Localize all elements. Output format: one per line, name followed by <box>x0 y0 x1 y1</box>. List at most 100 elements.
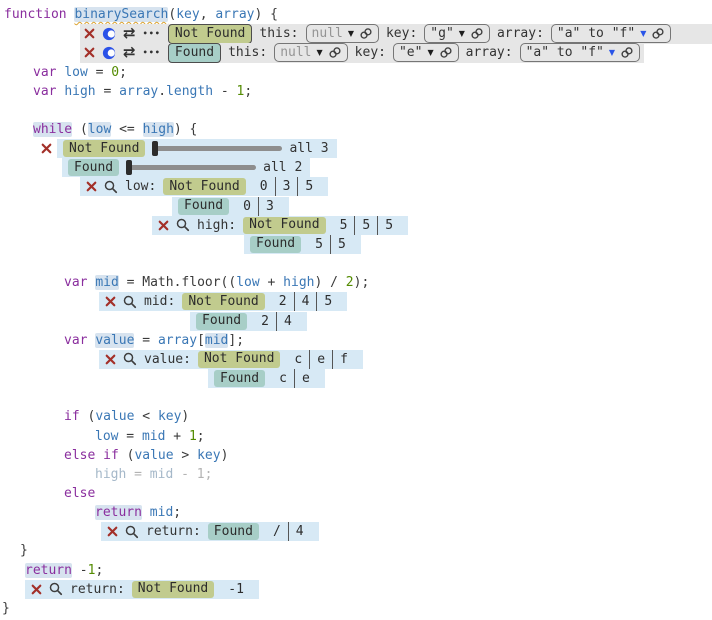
code-token: ) { <box>174 122 197 137</box>
magnifier-icon[interactable] <box>123 295 137 309</box>
link-icon[interactable] <box>439 46 453 59</box>
code-line: high = mid - 1; <box>0 465 712 484</box>
magnifier-icon[interactable] <box>104 180 118 194</box>
value-dropdown[interactable]: "e"▼ <box>393 43 459 62</box>
probe-log-row: Found24 <box>0 312 712 331</box>
iteration-slider[interactable] <box>126 160 256 175</box>
code-token: - <box>173 467 196 482</box>
chevron-down-icon[interactable]: ▼ <box>317 49 323 57</box>
value-dropdown[interactable]: null▼ <box>306 24 379 43</box>
close-icon[interactable] <box>84 47 95 58</box>
close-icon[interactable] <box>107 526 118 537</box>
status-badge: Not Found <box>132 581 214 598</box>
swap-arrows-icon[interactable]: ⇄ <box>123 45 136 60</box>
status-badge: Found <box>214 370 265 387</box>
probe-label: mid: <box>144 294 175 309</box>
close-icon[interactable] <box>84 28 95 39</box>
link-icon[interactable] <box>470 27 484 40</box>
value-list: 245 <box>272 292 339 311</box>
code-token: <= <box>111 122 142 137</box>
probe-log-row: return:Not Found-1 <box>0 580 712 599</box>
field-label: array: <box>466 45 513 60</box>
magnifier-icon[interactable] <box>176 218 190 232</box>
code-token <box>72 563 80 578</box>
slider-track[interactable] <box>128 165 256 170</box>
chevron-down-icon[interactable]: ▼ <box>348 30 354 38</box>
code-token: mid <box>205 333 228 348</box>
chevron-down-icon[interactable]: ▼ <box>640 30 646 38</box>
more-options-icon[interactable]: ••• <box>143 49 161 57</box>
value-cell: 4 <box>276 312 299 331</box>
more-options-icon[interactable]: ••• <box>143 30 161 38</box>
code-line: function binarySearch(key, array) { <box>0 5 712 24</box>
code-line: } <box>0 541 712 560</box>
value-dropdown[interactable]: "g"▼ <box>424 24 490 43</box>
field-label: array: <box>497 26 544 41</box>
close-icon[interactable] <box>158 220 169 231</box>
chevron-down-icon[interactable]: ▼ <box>609 49 615 57</box>
iteration-slider-row: Not Foundall 3 <box>0 139 712 158</box>
probe-panel: high:Not Found555 <box>152 216 408 235</box>
code-token: else <box>64 486 95 501</box>
link-icon[interactable] <box>359 27 373 40</box>
value-dropdown[interactable]: "a" to "f"▼ <box>520 43 640 62</box>
probe-log-row: Foundce <box>0 369 712 388</box>
value-cell: 5 <box>377 216 400 235</box>
code-line: return mid; <box>0 503 712 522</box>
link-icon[interactable] <box>328 46 342 59</box>
close-icon[interactable] <box>105 354 116 365</box>
code-token: = <box>96 84 119 99</box>
code-line: var value = array[mid]; <box>0 331 712 350</box>
code-token: array <box>215 7 254 22</box>
magnifier-icon[interactable] <box>49 582 63 596</box>
code-token: = <box>88 65 111 80</box>
link-icon[interactable] <box>620 46 634 59</box>
code-token <box>142 505 150 520</box>
chevron-down-icon[interactable]: ▼ <box>427 49 433 57</box>
iteration-slider[interactable] <box>152 141 282 156</box>
code-line: if (value < key) <box>0 407 712 426</box>
link-icon[interactable] <box>651 27 665 40</box>
code-token: array <box>119 84 158 99</box>
code-token: = Math.floor(( <box>119 275 236 290</box>
code-line: else if (value > key) <box>0 446 712 465</box>
status-badge: Found <box>168 43 221 63</box>
value-dropdown[interactable]: null▼ <box>274 43 347 62</box>
code-token: value <box>95 333 134 348</box>
close-icon[interactable] <box>31 584 42 595</box>
code-token <box>87 333 95 348</box>
code-token: function <box>4 7 67 22</box>
value-cell: 5 <box>330 235 353 254</box>
swap-arrows-icon[interactable]: ⇄ <box>123 26 136 41</box>
close-icon[interactable] <box>41 143 52 154</box>
slider-thumb[interactable] <box>152 141 158 156</box>
code-token: var <box>64 333 87 348</box>
value-cell: 2 <box>254 312 276 331</box>
value-cell: 0 <box>253 177 275 196</box>
code-token: mid <box>150 467 173 482</box>
magnifier-icon[interactable] <box>123 352 137 366</box>
code-token: low <box>236 275 259 290</box>
chevron-down-icon[interactable]: ▼ <box>459 30 465 38</box>
field-label: this: <box>228 45 267 60</box>
code-token: ; <box>205 467 213 482</box>
close-icon[interactable] <box>86 181 97 192</box>
value-cell: -1 <box>221 580 251 599</box>
toggle-icon[interactable] <box>102 46 116 60</box>
code-line: var mid = Math.floor((low + high) / 2); <box>0 273 712 292</box>
toggle-icon[interactable] <box>102 27 116 41</box>
code-token: mid <box>95 275 118 290</box>
callsite-annotation-row: ⇄•••Not Foundthis:null▼key:"g"▼array:"a"… <box>0 24 712 43</box>
slider-thumb[interactable] <box>126 160 132 175</box>
value-cell: 4 <box>288 522 311 541</box>
code-token: mid <box>150 505 173 520</box>
magnifier-icon[interactable] <box>125 525 139 539</box>
value-cell: 3 <box>258 197 281 216</box>
value-dropdown[interactable]: "a" to "f"▼ <box>551 24 671 43</box>
code-token: = <box>126 467 149 482</box>
code-token: return <box>95 505 142 520</box>
close-icon[interactable] <box>105 296 116 307</box>
status-badge: Found <box>178 198 229 215</box>
code-token: ; <box>119 65 127 80</box>
slider-track[interactable] <box>154 146 282 151</box>
